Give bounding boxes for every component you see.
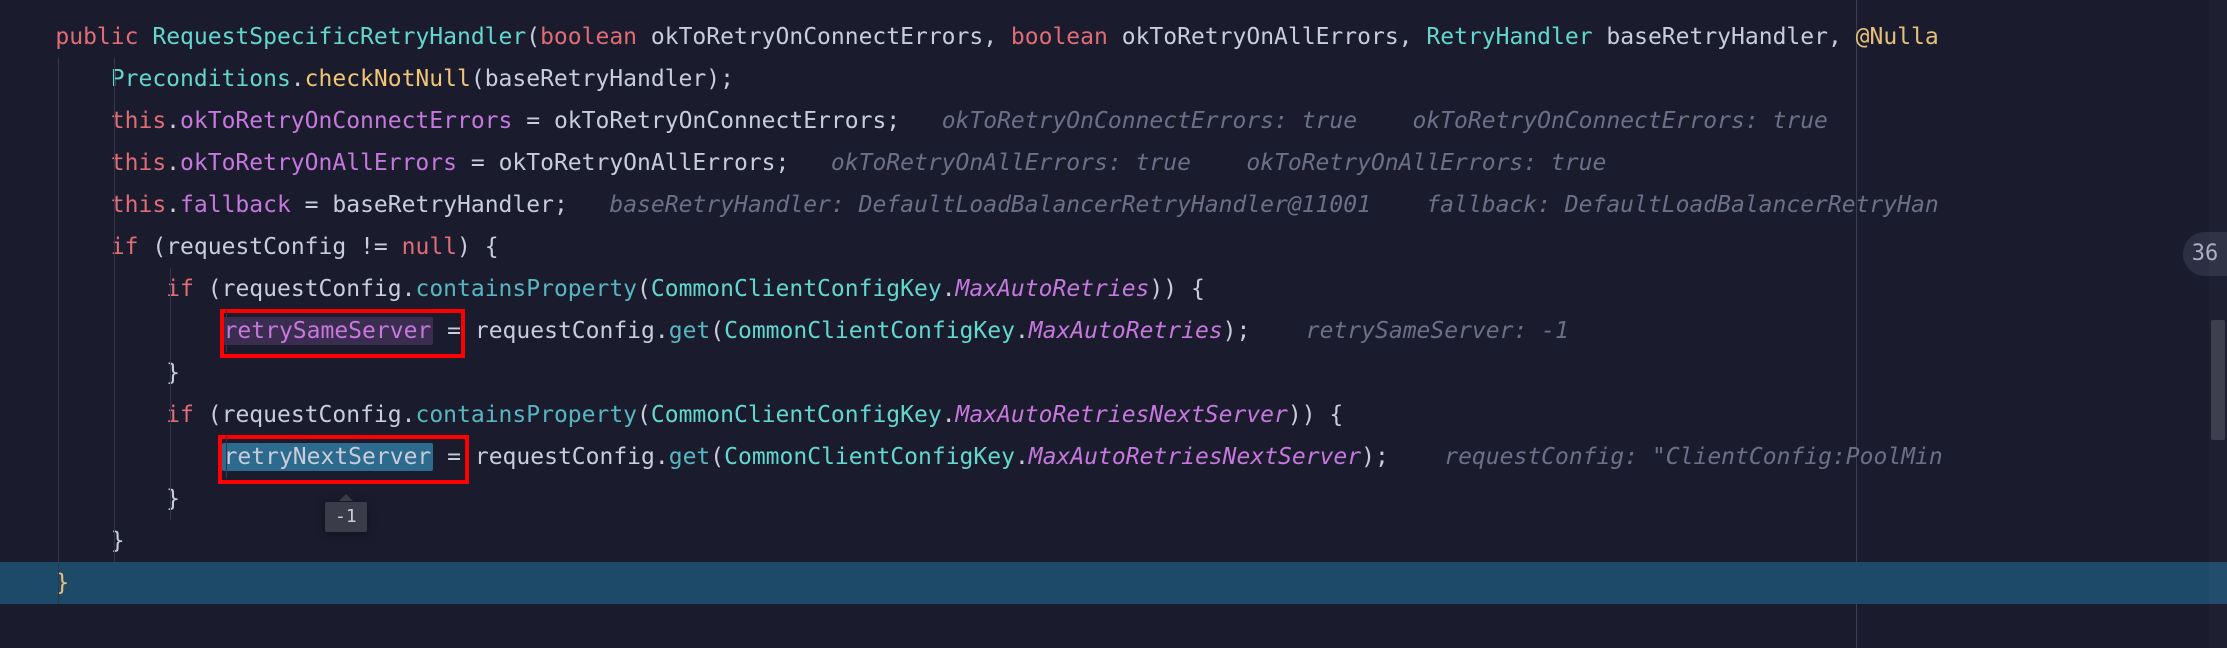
indent-guide <box>58 58 59 604</box>
field: okToRetryOnAllErrors <box>180 150 457 176</box>
code-editor[interactable]: public RequestSpecificRetryHandler(boole… <box>0 0 2227 648</box>
param: requestConfig <box>222 402 402 428</box>
param: baseRetryHandler <box>332 192 554 218</box>
param: requestConfig <box>475 444 655 470</box>
indent-guide <box>114 58 115 562</box>
code-line[interactable]: } <box>0 352 2227 394</box>
method: containsProperty <box>415 402 637 428</box>
param: okToRetryOnAllErrors <box>499 150 776 176</box>
static-field: MaxAutoRetries <box>956 276 1150 302</box>
code-line[interactable]: if (requestConfig.containsProperty(Commo… <box>0 268 2227 310</box>
keyword: boolean <box>1011 24 1108 50</box>
class-name: RequestSpecificRetryHandler <box>152 24 526 50</box>
code-line[interactable]: retryNextServer = requestConfig.get(Comm… <box>0 436 2227 478</box>
static-field: MaxAutoRetriesNextServer <box>956 402 1288 428</box>
inlay-hint: retrySameServer: -1 <box>1292 318 1569 344</box>
static-field: MaxAutoRetries <box>1029 318 1223 344</box>
inlay-hint: okToRetryOnAllErrors: true okToRetryOnAl… <box>831 150 1606 176</box>
code-line[interactable]: this.okToRetryOnAllErrors = okToRetryOnA… <box>0 142 2227 184</box>
inlay-hint: okToRetryOnConnectErrors: true okToRetry… <box>942 108 1828 134</box>
param: baseRetryHandler <box>485 66 707 92</box>
method: get <box>669 444 711 470</box>
indent-guide <box>226 310 227 352</box>
annotation: @Nulla <box>1856 24 1939 50</box>
static-field: MaxAutoRetriesNextServer <box>1029 444 1361 470</box>
keyword: boolean <box>540 24 637 50</box>
code-line[interactable]: retrySameServer = requestConfig.get(Comm… <box>0 310 2227 352</box>
indent-guide <box>226 436 227 478</box>
keyword: this <box>111 150 166 176</box>
param: okToRetryOnAllErrors <box>1122 24 1399 50</box>
method: checkNotNull <box>305 66 471 92</box>
class-name: CommonClientConfigKey <box>651 402 942 428</box>
code-line[interactable]: Preconditions.checkNotNull(baseRetryHand… <box>0 58 2227 100</box>
param: requestConfig <box>475 318 655 344</box>
param: baseRetryHandler <box>1606 24 1828 50</box>
class-name: CommonClientConfigKey <box>724 318 1015 344</box>
method: get <box>669 318 711 344</box>
code-line-current[interactable]: } <box>0 562 2227 604</box>
code-line[interactable]: this.okToRetryOnConnectErrors = okToRetr… <box>0 100 2227 142</box>
inlay-hint: baseRetryHandler: DefaultLoadBalancerRet… <box>609 192 1938 218</box>
keyword: this <box>111 192 166 218</box>
code-line[interactable]: public RequestSpecificRetryHandler(boole… <box>0 16 2227 58</box>
type: RetryHandler <box>1426 24 1592 50</box>
keyword: public <box>55 24 138 50</box>
param: requestConfig <box>222 276 402 302</box>
operator: != <box>360 234 388 260</box>
field: fallback <box>180 192 291 218</box>
param: okToRetryOnConnectErrors <box>651 24 983 50</box>
keyword: null <box>402 234 457 260</box>
method: containsProperty <box>415 276 637 302</box>
keyword: this <box>111 108 166 134</box>
scrollbar-thumb[interactable] <box>2211 320 2225 440</box>
param: requestConfig <box>166 234 346 260</box>
highlighted-identifier: retryNextServer <box>224 444 432 470</box>
code-line[interactable]: if (requestConfig.containsProperty(Commo… <box>0 394 2227 436</box>
field: okToRetryOnConnectErrors <box>180 108 512 134</box>
inlay-hint: requestConfig: "ClientConfig:PoolMin <box>1430 444 1942 470</box>
highlighted-identifier: retrySameServer <box>224 318 432 344</box>
code-line[interactable]: if (requestConfig != null) { <box>0 226 2227 268</box>
value-tooltip: -1 <box>325 502 367 532</box>
vertical-scrollbar[interactable] <box>2209 0 2227 648</box>
class-name: CommonClientConfigKey <box>651 276 942 302</box>
class-name: CommonClientConfigKey <box>724 444 1015 470</box>
param: okToRetryOnConnectErrors <box>554 108 886 134</box>
indent-guide <box>170 268 171 520</box>
code-line[interactable]: this.fallback = baseRetryHandler; baseRe… <box>0 184 2227 226</box>
tooltip-text: -1 <box>335 506 357 527</box>
class-name: Preconditions <box>111 66 291 92</box>
